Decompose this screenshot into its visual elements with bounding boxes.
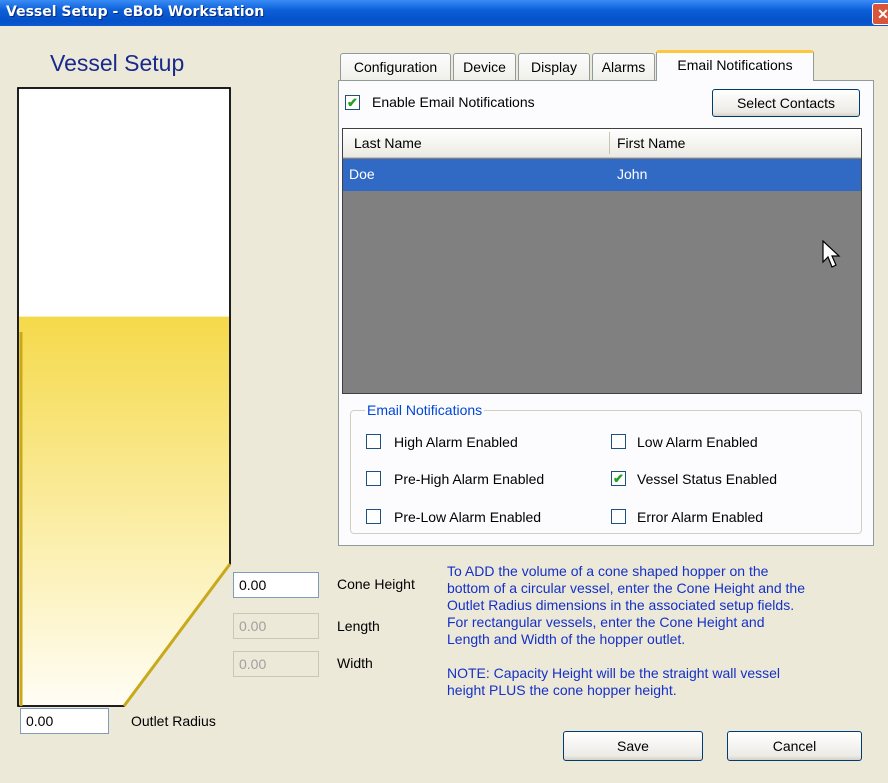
cancel-button[interactable]: Cancel (727, 731, 862, 761)
high-alarm-label: High Alarm Enabled (394, 434, 518, 450)
info-line: For rectangular vessels, enter the Cone … (447, 614, 765, 630)
vessel-status-checkbox[interactable]: ✔ (611, 471, 626, 486)
high-alarm-checkbox[interactable] (366, 434, 381, 449)
low-alarm-label: Low Alarm Enabled (637, 434, 758, 450)
tab-device[interactable]: Device (453, 53, 516, 80)
length-field[interactable]: 0.00 (233, 613, 319, 639)
info-line: bottom of a circular vessel, enter the C… (447, 580, 805, 596)
error-alarm-checkbox[interactable] (611, 509, 626, 524)
hopper-info-text: To ADD the volume of a cone shaped hoppe… (447, 563, 805, 648)
error-alarm-label: Error Alarm Enabled (637, 509, 764, 525)
cone-height-field[interactable]: 0.00 (233, 572, 319, 598)
pre-low-alarm-checkbox[interactable] (366, 509, 381, 524)
select-contacts-button[interactable]: Select Contacts (712, 89, 860, 117)
cell-first-name: John (617, 166, 648, 182)
capacity-note: NOTE: Capacity Height will be the straig… (447, 665, 780, 699)
vessel-fill-level (19, 316, 229, 705)
outlet-radius-label: Outlet Radius (131, 713, 216, 729)
width-label: Width (337, 655, 373, 671)
column-last-name[interactable]: Last Name (354, 135, 422, 151)
tab-display[interactable]: Display (518, 53, 590, 80)
table-row[interactable]: Doe John (343, 159, 861, 191)
info-line: Outlet Radius dimensions in the associat… (447, 597, 795, 613)
info-line: To ADD the volume of a cone shaped hoppe… (447, 563, 769, 579)
pre-high-alarm-label: Pre-High Alarm Enabled (394, 471, 545, 487)
vessel-diagram (17, 87, 232, 707)
tab-email-notifications[interactable]: Email Notifications (656, 50, 814, 81)
arrow-cursor-icon (822, 240, 841, 268)
pre-high-alarm-checkbox[interactable] (366, 471, 381, 486)
low-alarm-checkbox[interactable] (611, 434, 626, 449)
check-icon: ✔ (347, 95, 358, 110)
pre-low-alarm-label: Pre-Low Alarm Enabled (394, 509, 542, 525)
cell-last-name: Doe (349, 166, 375, 182)
column-first-name[interactable]: First Name (617, 135, 685, 151)
group-title: Email Notifications (365, 402, 485, 418)
width-field[interactable]: 0.00 (233, 651, 319, 677)
info-line: Length and Width of the hopper outlet. (447, 631, 686, 647)
vessel-setup-window: Vessel Setup - eBob Workstation ✕ Vessel… (0, 0, 888, 783)
check-icon: ✔ (613, 471, 624, 486)
title-bar[interactable]: Vessel Setup - eBob Workstation ✕ (0, 0, 888, 26)
enable-email-label: Enable Email Notifications (372, 94, 535, 110)
grid-header: Last Name First Name (343, 129, 861, 158)
enable-email-checkbox[interactable]: ✔ (345, 95, 360, 110)
tab-configuration[interactable]: Configuration (340, 53, 451, 80)
outlet-radius-field[interactable]: 0.00 (20, 708, 109, 734)
contacts-grid[interactable]: Last Name First Name Doe John (342, 128, 862, 394)
vessel-status-label: Vessel Status Enabled (637, 471, 778, 487)
column-divider[interactable] (609, 132, 610, 154)
vessel-heading: Vessel Setup (50, 50, 185, 76)
note-line: NOTE: Capacity Height will be the straig… (447, 665, 781, 681)
window-title: Vessel Setup - eBob Workstation (6, 4, 265, 20)
length-label: Length (337, 618, 380, 634)
tab-alarms[interactable]: Alarms (592, 53, 655, 80)
note-line: height PLUS the cone hopper height. (447, 682, 677, 698)
save-button[interactable]: Save (563, 731, 703, 761)
close-icon[interactable]: ✕ (872, 3, 888, 25)
cone-height-label: Cone Height (337, 576, 415, 592)
